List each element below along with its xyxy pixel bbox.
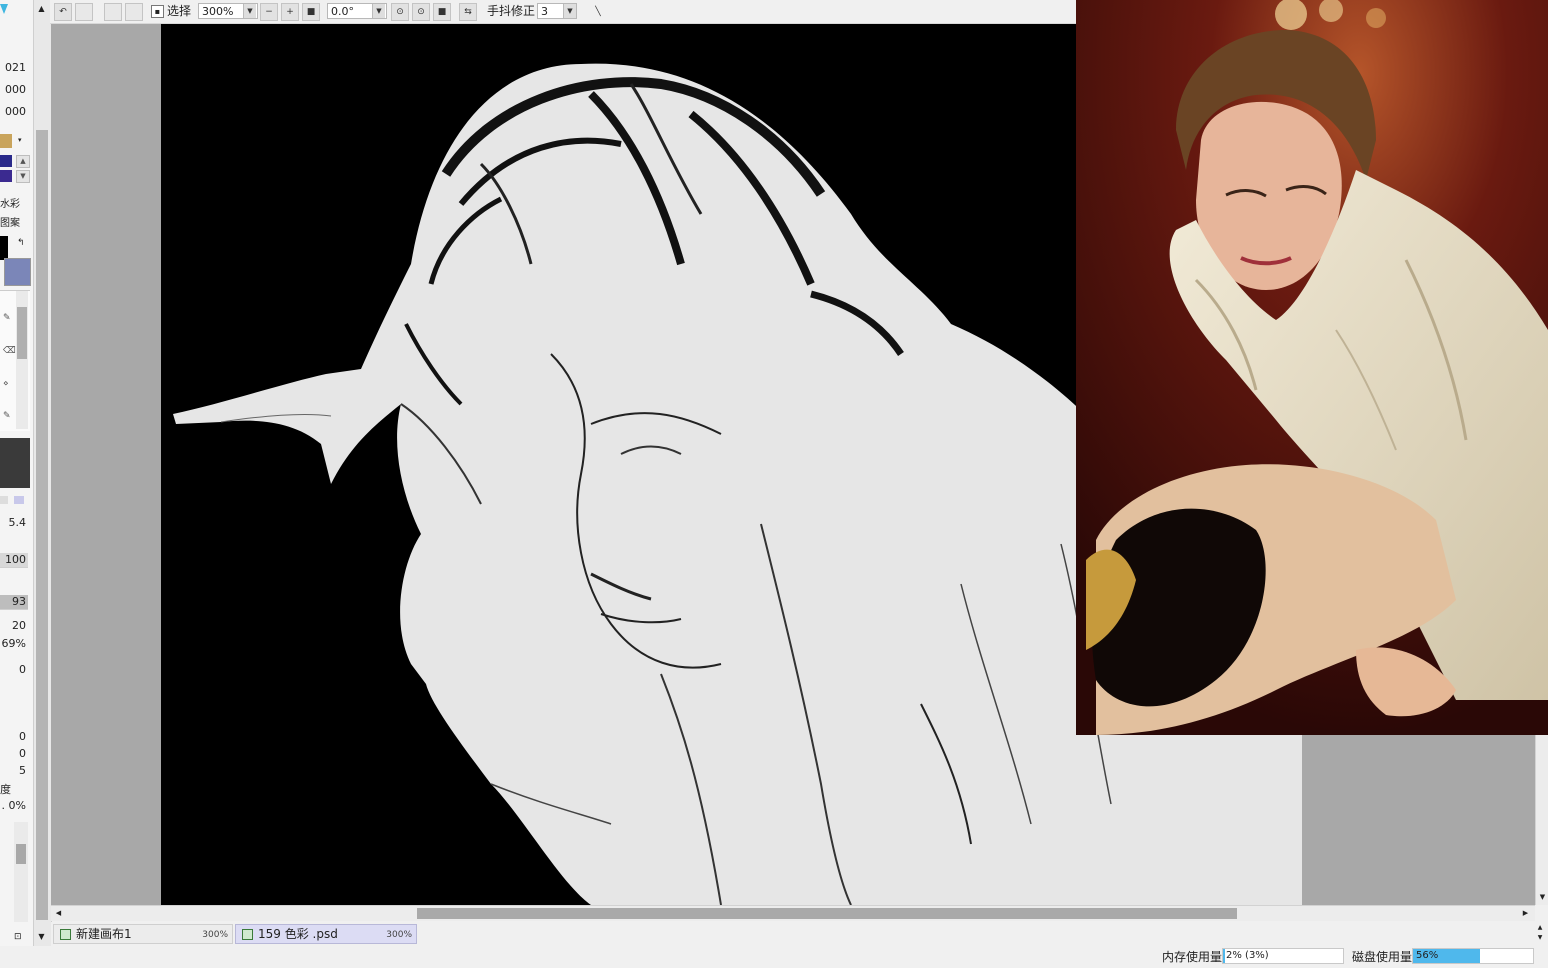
menu-icon[interactable]: ⊡ bbox=[14, 932, 22, 942]
param-c[interactable]: 5 bbox=[0, 764, 26, 777]
scroll-up-icon[interactable]: ▲ bbox=[35, 2, 48, 15]
status-bar: 内存使用量 2% (3%) 磁盘使用量 56% bbox=[0, 946, 1548, 968]
deselect-icon[interactable] bbox=[104, 3, 122, 21]
swatch-dropdown-icon[interactable]: ▾ bbox=[18, 136, 22, 144]
toolbar: ↶ ▪ 选择 300% ▼ − + ■ 0.0° ▼ ⊙ ⊙ ■ ⇆ 手抖修正 … bbox=[50, 0, 1076, 24]
tab-zoom: 300% bbox=[386, 930, 412, 940]
document-icon bbox=[242, 929, 253, 940]
brush-type-watercolor[interactable]: 水彩 bbox=[0, 195, 20, 210]
secondary-color-swatch[interactable] bbox=[4, 258, 31, 286]
disk-usage-value: 56% bbox=[1416, 950, 1439, 961]
disk-usage-meter: 56% bbox=[1412, 948, 1534, 964]
brush-icon[interactable]: ✎ bbox=[3, 411, 11, 421]
flip-horizontal-icon[interactable]: ⇆ bbox=[459, 3, 477, 21]
brush-preview bbox=[0, 438, 30, 488]
scroll-right-icon[interactable]: ▶ bbox=[1520, 908, 1531, 919]
rotate-left-icon[interactable]: ⊙ bbox=[391, 3, 409, 21]
left-tool-panel: 021 000 000 ▾ ▲ ▼ 水彩 图案 ↰ ✎ ⌫ ⋄ ✎ 5.4 10… bbox=[0, 0, 33, 968]
blur-icon[interactable]: ⋄ bbox=[3, 379, 9, 389]
disk-usage-label: 磁盘使用量 bbox=[1352, 950, 1413, 964]
redo-icon[interactable] bbox=[75, 3, 93, 21]
rotate-reset-icon[interactable]: ■ bbox=[433, 3, 451, 21]
color-swatch-purple[interactable] bbox=[0, 170, 12, 182]
scroll-up-icon[interactable]: ▲ bbox=[16, 155, 30, 168]
tabs-scroll-up-icon[interactable]: ▲ bbox=[1535, 924, 1545, 933]
pen-icon[interactable]: ✎ bbox=[3, 313, 11, 323]
undo-icon[interactable]: ↶ bbox=[54, 3, 72, 21]
scroll-down-icon[interactable]: ▼ bbox=[35, 930, 48, 943]
logo-icon bbox=[0, 4, 8, 14]
stabilizer-label: 手抖修正 bbox=[487, 4, 536, 18]
reference-photo-image bbox=[1076, 0, 1548, 735]
memory-usage-meter: 2% (3%) bbox=[1222, 948, 1344, 964]
shape-round-icon[interactable] bbox=[0, 496, 8, 504]
scroll-down-icon[interactable]: ▼ bbox=[16, 170, 30, 183]
stabilizer-dropdown-icon[interactable]: ▼ bbox=[563, 4, 576, 18]
brush-list-scrollbar[interactable] bbox=[16, 291, 28, 429]
settings-scrollbar[interactable] bbox=[14, 822, 28, 922]
document-tab-bar: 新建画布1 300% 159 色彩 .psd 300% ▲ ▼ bbox=[51, 922, 1548, 946]
tab-color-psd[interactable]: 159 色彩 .psd 300% bbox=[235, 924, 417, 944]
zoom-reset-icon[interactable]: ■ bbox=[302, 3, 320, 21]
param-b[interactable]: 0 bbox=[0, 747, 26, 760]
document-icon bbox=[60, 929, 71, 940]
left-scroll-thumb[interactable] bbox=[36, 130, 48, 920]
zoom-in-icon[interactable]: + bbox=[281, 3, 299, 21]
invert-icon[interactable] bbox=[125, 3, 143, 21]
param-size[interactable]: 5.4 bbox=[0, 516, 27, 529]
shape-square-icon[interactable] bbox=[14, 496, 24, 504]
rotate-right-icon[interactable]: ⊙ bbox=[412, 3, 430, 21]
rotation-dropdown-icon[interactable]: ▼ bbox=[372, 4, 385, 18]
primary-color-swatch[interactable] bbox=[0, 236, 8, 260]
canvas-horizontal-scrollbar[interactable]: ◀ ▶ bbox=[51, 905, 1535, 921]
color-value-r: 021 bbox=[5, 61, 26, 74]
scroll-left-icon[interactable]: ◀ bbox=[53, 908, 64, 919]
tabs-scroll-down-icon[interactable]: ▼ bbox=[1535, 934, 1545, 943]
color-value-b: 000 bbox=[5, 105, 26, 118]
memory-usage-value: 2% (3%) bbox=[1226, 950, 1269, 961]
param-percent[interactable]: . 0% bbox=[0, 799, 26, 812]
color-swatch-gold[interactable] bbox=[0, 134, 12, 148]
tab-name: 新建画布1 bbox=[76, 927, 132, 941]
scroll-down-icon[interactable]: ▼ bbox=[1537, 892, 1548, 903]
color-swatch-navy[interactable] bbox=[0, 155, 12, 167]
color-value-g: 000 bbox=[5, 83, 26, 96]
eraser-icon[interactable]: ⌫ bbox=[3, 346, 16, 356]
straight-line-icon[interactable]: ╲ bbox=[589, 3, 607, 21]
left-panel-scrollbar[interactable]: ▲ ▼ bbox=[33, 0, 52, 948]
selection-checkbox[interactable]: ▪ bbox=[151, 5, 164, 18]
swap-colors-icon[interactable]: ↰ bbox=[17, 238, 25, 248]
tab-new-canvas[interactable]: 新建画布1 300% bbox=[53, 924, 233, 944]
selection-label: 选择 bbox=[167, 4, 192, 18]
reference-photo[interactable] bbox=[1076, 0, 1548, 735]
param-density[interactable]: 93 bbox=[0, 595, 26, 608]
brush-type-pattern[interactable]: 图案 bbox=[0, 214, 20, 229]
horizontal-scroll-thumb[interactable] bbox=[417, 908, 1237, 919]
brush-list[interactable]: ✎ ⌫ ⋄ ✎ bbox=[0, 290, 30, 431]
param-a[interactable]: 0 bbox=[0, 730, 26, 743]
memory-usage-label: 内存使用量 bbox=[1162, 950, 1223, 964]
tab-name: 159 色彩 .psd bbox=[258, 927, 338, 941]
zoom-dropdown-icon[interactable]: ▼ bbox=[243, 4, 256, 18]
param-persistence[interactable]: 0 bbox=[0, 663, 26, 676]
param-min-size[interactable]: 100 bbox=[0, 553, 26, 566]
param-blend[interactable]: 20 bbox=[0, 619, 26, 632]
memory-usage-fill bbox=[1223, 949, 1225, 963]
tab-zoom: 300% bbox=[202, 930, 228, 940]
zoom-out-icon[interactable]: − bbox=[260, 3, 278, 21]
param-dilution[interactable]: 69% bbox=[0, 637, 26, 650]
density-label: 度 bbox=[0, 783, 11, 796]
